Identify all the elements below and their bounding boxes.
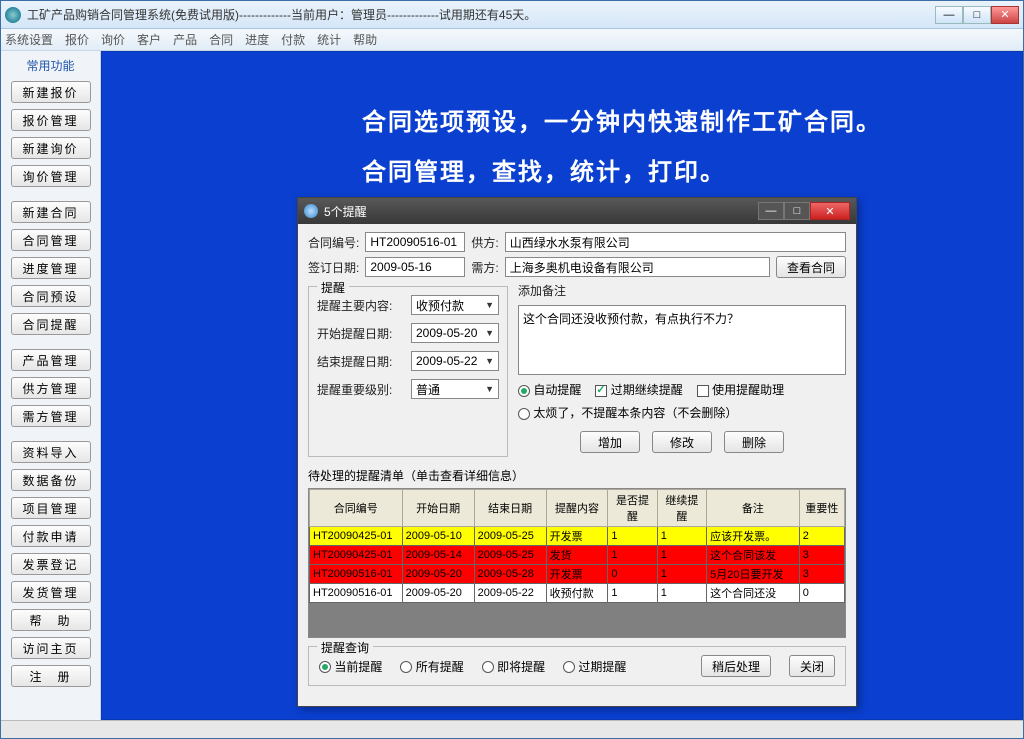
sidebar-product-mgmt[interactable]: 产品管理 — [11, 349, 91, 371]
sidebar-project-mgmt[interactable]: 项目管理 — [11, 497, 91, 519]
level-select[interactable]: 普通▼ — [411, 379, 499, 399]
dialog-minimize-button[interactable]: — — [758, 202, 784, 220]
list-caption: 待处理的提醒清单（单击查看详细信息） — [308, 467, 846, 484]
note-textarea[interactable]: 这个合同还没收预付款，有点执行不力？ — [518, 305, 846, 375]
main-content-label: 提醒主要内容: — [317, 297, 405, 314]
query-coming-radio[interactable]: 即将提醒 — [482, 658, 545, 675]
sidebar: 常用功能 新建报价 报价管理 新建询价 询价管理 新建合同 合同管理 进度管理 … — [1, 51, 101, 720]
chevron-down-icon: ▼ — [485, 356, 494, 366]
level-label: 提醒重要级别: — [317, 381, 405, 398]
content-area: 合同选项预设，一分钟内快速制作工矿合同。 合同管理，查找，统计，打印。 5个提醒… — [101, 51, 1023, 720]
menu-product[interactable]: 产品 — [173, 31, 197, 48]
supplier-label: 供方: — [471, 234, 498, 251]
menu-help[interactable]: 帮助 — [353, 31, 377, 48]
sidebar-pay-apply[interactable]: 付款申请 — [11, 525, 91, 547]
menu-inquiry[interactable]: 询价 — [101, 31, 125, 48]
edit-button[interactable]: 修改 — [652, 431, 712, 453]
end-date-select[interactable]: 2009-05-22▼ — [411, 351, 499, 371]
sidebar-contract-mgmt[interactable]: 合同管理 — [11, 229, 91, 251]
promo-text-2: 合同管理，查找，统计，打印。 — [362, 152, 726, 187]
dialog-close-btn[interactable]: 关闭 — [789, 655, 835, 677]
end-date-label: 结束提醒日期: — [317, 353, 405, 370]
query-all-radio[interactable]: 所有提醒 — [400, 658, 463, 675]
chevron-down-icon: ▼ — [485, 384, 494, 394]
start-date-label: 开始提醒日期: — [317, 325, 405, 342]
dialog-title: 5个提醒 — [324, 203, 758, 220]
sidebar-contract-remind[interactable]: 合同提醒 — [11, 313, 91, 335]
menu-customer[interactable]: 客户 — [137, 31, 161, 48]
view-contract-button[interactable]: 查看合同 — [776, 256, 846, 278]
sidebar-title: 常用功能 — [26, 53, 74, 78]
supplier-input[interactable] — [505, 232, 846, 252]
start-date-select[interactable]: 2009-05-20▼ — [411, 323, 499, 343]
table-row[interactable]: HT20090516-012009-05-202009-05-22收预付款11这… — [310, 584, 845, 603]
sidebar-invoice-reg[interactable]: 发票登记 — [11, 553, 91, 575]
note-label: 添加备注 — [518, 282, 846, 299]
menu-stats[interactable]: 统计 — [317, 31, 341, 48]
use-assistant-check[interactable]: 使用提醒助理 — [697, 381, 784, 398]
dialog-titlebar: 5个提醒 — □ ✕ — [298, 198, 856, 224]
sign-date-input[interactable] — [365, 257, 465, 277]
menubar: 系统设置 报价 询价 客户 产品 合同 进度 付款 统计 帮助 — [1, 29, 1023, 51]
sidebar-new-quote[interactable]: 新建报价 — [11, 81, 91, 103]
sidebar-contract-preset[interactable]: 合同预设 — [11, 285, 91, 307]
contract-no-label: 合同编号: — [308, 234, 359, 251]
minimize-button[interactable]: — — [935, 6, 963, 24]
dialog-close-button[interactable]: ✕ — [810, 202, 850, 220]
contract-no-input[interactable] — [365, 232, 465, 252]
sidebar-help[interactable]: 帮 助 — [11, 609, 91, 631]
buyer-label: 需方: — [471, 259, 498, 276]
maximize-button[interactable]: □ — [963, 6, 991, 24]
sign-date-label: 签订日期: — [308, 259, 359, 276]
app-icon — [5, 7, 21, 23]
sidebar-buyer-mgmt[interactable]: 需方管理 — [11, 405, 91, 427]
add-button[interactable]: 增加 — [580, 431, 640, 453]
sidebar-new-contract[interactable]: 新建合同 — [11, 201, 91, 223]
reminder-table[interactable]: 合同编号开始日期结束日期提醒内容是否提醒继续提醒备注重要性HT20090425-… — [308, 488, 846, 638]
menu-payment[interactable]: 付款 — [281, 31, 305, 48]
promo-text-1: 合同选项预设，一分钟内快速制作工矿合同。 — [362, 102, 882, 137]
menu-progress[interactable]: 进度 — [245, 31, 269, 48]
main-title: 工矿产品购销合同管理系统(免费试用版)-------------当前用户：管理员… — [27, 6, 935, 23]
table-row[interactable]: HT20090516-012009-05-202009-05-28开发票015月… — [310, 565, 845, 584]
dialog-maximize-button[interactable]: □ — [784, 202, 810, 220]
chevron-down-icon: ▼ — [485, 300, 494, 310]
remind-group: 提醒 提醒主要内容: 收预付款▼ 开始提醒日期: 2009-05-20▼ 结束提… — [308, 286, 508, 457]
sidebar-new-inquiry[interactable]: 新建询价 — [11, 137, 91, 159]
statusbar — [1, 720, 1023, 738]
menu-contract[interactable]: 合同 — [209, 31, 233, 48]
sidebar-homepage[interactable]: 访问主页 — [11, 637, 91, 659]
sidebar-inquiry-mgmt[interactable]: 询价管理 — [11, 165, 91, 187]
query-current-radio[interactable]: 当前提醒 — [319, 658, 382, 675]
sidebar-supplier-mgmt[interactable]: 供方管理 — [11, 377, 91, 399]
query-overdue-radio[interactable]: 过期提醒 — [563, 658, 626, 675]
table-row[interactable]: HT20090425-012009-05-102009-05-25开发票11应该… — [310, 527, 845, 546]
main-content-select[interactable]: 收预付款▼ — [411, 295, 499, 315]
menu-system[interactable]: 系统设置 — [5, 31, 53, 48]
continue-remind-check[interactable]: 过期继续提醒 — [595, 381, 682, 398]
query-group: 提醒查询 当前提醒 所有提醒 即将提醒 过期提醒 稍后处理 关闭 — [308, 646, 846, 686]
main-window: 工矿产品购销合同管理系统(免费试用版)-------------当前用户：管理员… — [0, 0, 1024, 739]
sidebar-shipping-mgmt[interactable]: 发货管理 — [11, 581, 91, 603]
remind-group-legend: 提醒 — [317, 279, 349, 296]
buyer-input[interactable] — [505, 257, 770, 277]
menu-quote[interactable]: 报价 — [65, 31, 89, 48]
reminder-dialog: 5个提醒 — □ ✕ 合同编号: 供方: 签订日期: — [297, 197, 857, 707]
delete-button[interactable]: 删除 — [724, 431, 784, 453]
main-titlebar: 工矿产品购销合同管理系统(免费试用版)-------------当前用户：管理员… — [1, 1, 1023, 29]
query-legend: 提醒查询 — [317, 639, 373, 656]
auto-remind-radio[interactable]: 自动提醒 — [518, 381, 581, 398]
later-button[interactable]: 稍后处理 — [701, 655, 771, 677]
sidebar-progress-mgmt[interactable]: 进度管理 — [11, 257, 91, 279]
tired-radio[interactable]: 太烦了，不提醒本条内容（不会删除） — [518, 404, 737, 421]
close-button[interactable]: ✕ — [991, 6, 1019, 24]
sidebar-register[interactable]: 注 册 — [11, 665, 91, 687]
sidebar-quote-mgmt[interactable]: 报价管理 — [11, 109, 91, 131]
table-row[interactable]: HT20090425-012009-05-142009-05-25发货11这个合… — [310, 546, 845, 565]
sidebar-data-backup[interactable]: 数据备份 — [11, 469, 91, 491]
sidebar-data-import[interactable]: 资料导入 — [11, 441, 91, 463]
dialog-icon — [304, 204, 318, 218]
chevron-down-icon: ▼ — [485, 328, 494, 338]
